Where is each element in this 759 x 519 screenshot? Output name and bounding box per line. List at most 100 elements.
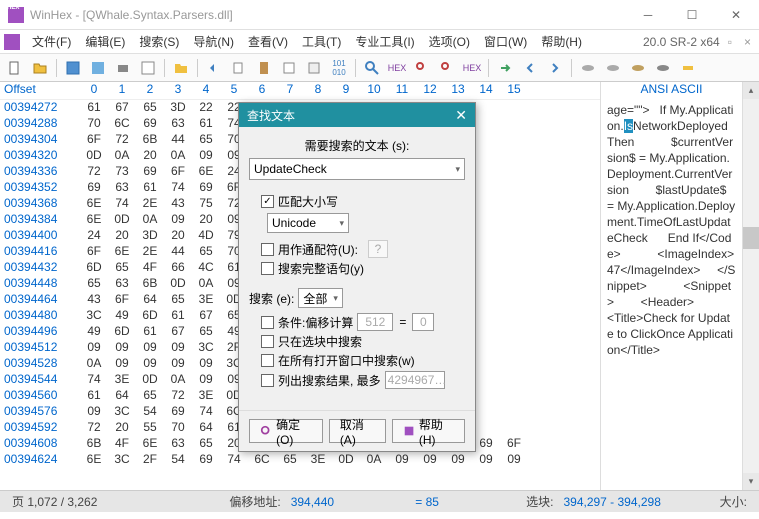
byte-value[interactable]: 09 <box>164 356 192 372</box>
byte-value[interactable]: 74 <box>164 180 192 196</box>
byte-value[interactable]: 0A <box>108 148 136 164</box>
byte-value[interactable]: 3C <box>108 452 136 468</box>
byte-value[interactable]: 70 <box>80 116 108 132</box>
byte-value[interactable]: 69 <box>136 116 164 132</box>
search-text-input[interactable]: UpdateCheck▾ <box>249 158 465 180</box>
byte-value[interactable]: 55 <box>136 420 164 436</box>
cancel-button[interactable]: 取消(A) <box>329 419 386 443</box>
saveall-button[interactable] <box>87 57 109 79</box>
menu-options[interactable]: 选项(O) <box>423 31 476 52</box>
byte-value[interactable]: 6B <box>80 436 108 452</box>
byte-value[interactable]: 74 <box>108 196 136 212</box>
new-button[interactable] <box>4 57 26 79</box>
allwin-checkbox[interactable] <box>261 354 274 367</box>
byte-value[interactable]: 20 <box>136 148 164 164</box>
byte-value[interactable]: 61 <box>80 100 108 116</box>
scroll-down-icon[interactable]: ▾ <box>743 473 759 490</box>
findtext-button[interactable] <box>411 57 433 79</box>
cut-button[interactable] <box>278 57 300 79</box>
byte-value[interactable]: 20 <box>108 420 136 436</box>
byte-value[interactable]: 63 <box>164 436 192 452</box>
help-button[interactable]: 帮助(H) <box>392 419 465 443</box>
sel-checkbox[interactable] <box>261 335 274 348</box>
save-button[interactable] <box>62 57 84 79</box>
menu-view[interactable]: 查看(V) <box>242 31 294 52</box>
disk2-button[interactable] <box>602 57 624 79</box>
byte-value[interactable]: 09 <box>472 452 500 468</box>
byte-value[interactable]: 09 <box>164 340 192 356</box>
byte-value[interactable]: 69 <box>164 404 192 420</box>
byte-value[interactable]: 72 <box>80 164 108 180</box>
byte-value[interactable]: 3C <box>80 308 108 324</box>
tab-close-icon[interactable]: × <box>740 35 755 49</box>
byte-value[interactable]: 2E <box>136 244 164 260</box>
match-case-checkbox[interactable]: ✓ <box>261 195 274 208</box>
undo-button[interactable] <box>203 57 225 79</box>
print-button[interactable] <box>112 57 134 79</box>
byte-value[interactable]: 65 <box>192 132 220 148</box>
byte-value[interactable]: 67 <box>108 100 136 116</box>
byte-value[interactable]: 3C <box>192 340 220 356</box>
byte-value[interactable]: 43 <box>80 292 108 308</box>
byte-value[interactable]: 6E <box>136 436 164 452</box>
byte-value[interactable]: 3E <box>304 452 332 468</box>
byte-value[interactable]: 09 <box>136 356 164 372</box>
byte-value[interactable]: 09 <box>192 356 220 372</box>
menu-search[interactable]: 搜索(S) <box>133 31 185 52</box>
byte-value[interactable]: 4D <box>192 228 220 244</box>
byte-value[interactable]: 6C <box>108 116 136 132</box>
findhex-button[interactable]: HEX <box>386 57 408 79</box>
byte-value[interactable]: 65 <box>136 388 164 404</box>
byte-value[interactable]: 61 <box>136 324 164 340</box>
byte-value[interactable]: 0D <box>164 276 192 292</box>
byte-value[interactable]: 6E <box>80 196 108 212</box>
byte-value[interactable]: 65 <box>80 276 108 292</box>
byte-value[interactable]: 09 <box>192 372 220 388</box>
byte-value[interactable]: 09 <box>108 340 136 356</box>
byte-value[interactable]: 67 <box>164 324 192 340</box>
byte-value[interactable]: 09 <box>500 452 528 468</box>
byte-value[interactable]: 54 <box>164 452 192 468</box>
byte-value[interactable]: 6B <box>136 132 164 148</box>
replace-button[interactable] <box>436 57 458 79</box>
byte-value[interactable]: 22 <box>192 100 220 116</box>
byte-value[interactable]: 09 <box>416 452 444 468</box>
byte-value[interactable]: 0A <box>192 276 220 292</box>
byte-value[interactable]: 09 <box>136 340 164 356</box>
byte-value[interactable]: 61 <box>136 180 164 196</box>
cond-input1[interactable]: 512 <box>357 313 393 331</box>
menu-window[interactable]: 窗口(W) <box>478 31 533 52</box>
folder-button[interactable] <box>170 57 192 79</box>
find-button[interactable] <box>361 57 383 79</box>
byte-value[interactable]: 74 <box>192 404 220 420</box>
byte-value[interactable]: 6F <box>500 436 528 452</box>
menu-edit[interactable]: 编辑(E) <box>79 31 131 52</box>
byte-value[interactable]: 65 <box>192 244 220 260</box>
whole-checkbox[interactable] <box>261 262 274 275</box>
tool-button[interactable] <box>677 57 699 79</box>
list-max-input[interactable]: 4294967… <box>385 371 445 389</box>
byte-value[interactable]: 61 <box>80 388 108 404</box>
byte-value[interactable]: 6E <box>80 452 108 468</box>
byte-value[interactable]: 6B <box>136 276 164 292</box>
byte-value[interactable]: 20 <box>108 228 136 244</box>
byte-value[interactable]: 61 <box>164 308 192 324</box>
open-button[interactable] <box>29 57 51 79</box>
list-checkbox[interactable] <box>261 374 274 387</box>
encoding-combo[interactable]: Unicode▾ <box>267 213 349 233</box>
byte-value[interactable]: 65 <box>192 436 220 452</box>
byte-value[interactable]: 09 <box>444 452 472 468</box>
byte-value[interactable]: 0D <box>108 212 136 228</box>
byte-value[interactable]: 0D <box>136 372 164 388</box>
dialog-titlebar[interactable]: 查找文本 ✕ <box>239 103 475 127</box>
byte-value[interactable]: 3C <box>108 404 136 420</box>
byte-value[interactable]: 09 <box>192 148 220 164</box>
byte-value[interactable]: 75 <box>192 196 220 212</box>
byte-value[interactable]: 49 <box>80 324 108 340</box>
byte-value[interactable]: 66 <box>164 260 192 276</box>
byte-value[interactable]: 09 <box>388 452 416 468</box>
scroll-up-icon[interactable]: ▴ <box>743 82 759 99</box>
byte-value[interactable]: 6D <box>80 260 108 276</box>
byte-value[interactable]: 3E <box>192 292 220 308</box>
byte-value[interactable]: 6E <box>192 164 220 180</box>
